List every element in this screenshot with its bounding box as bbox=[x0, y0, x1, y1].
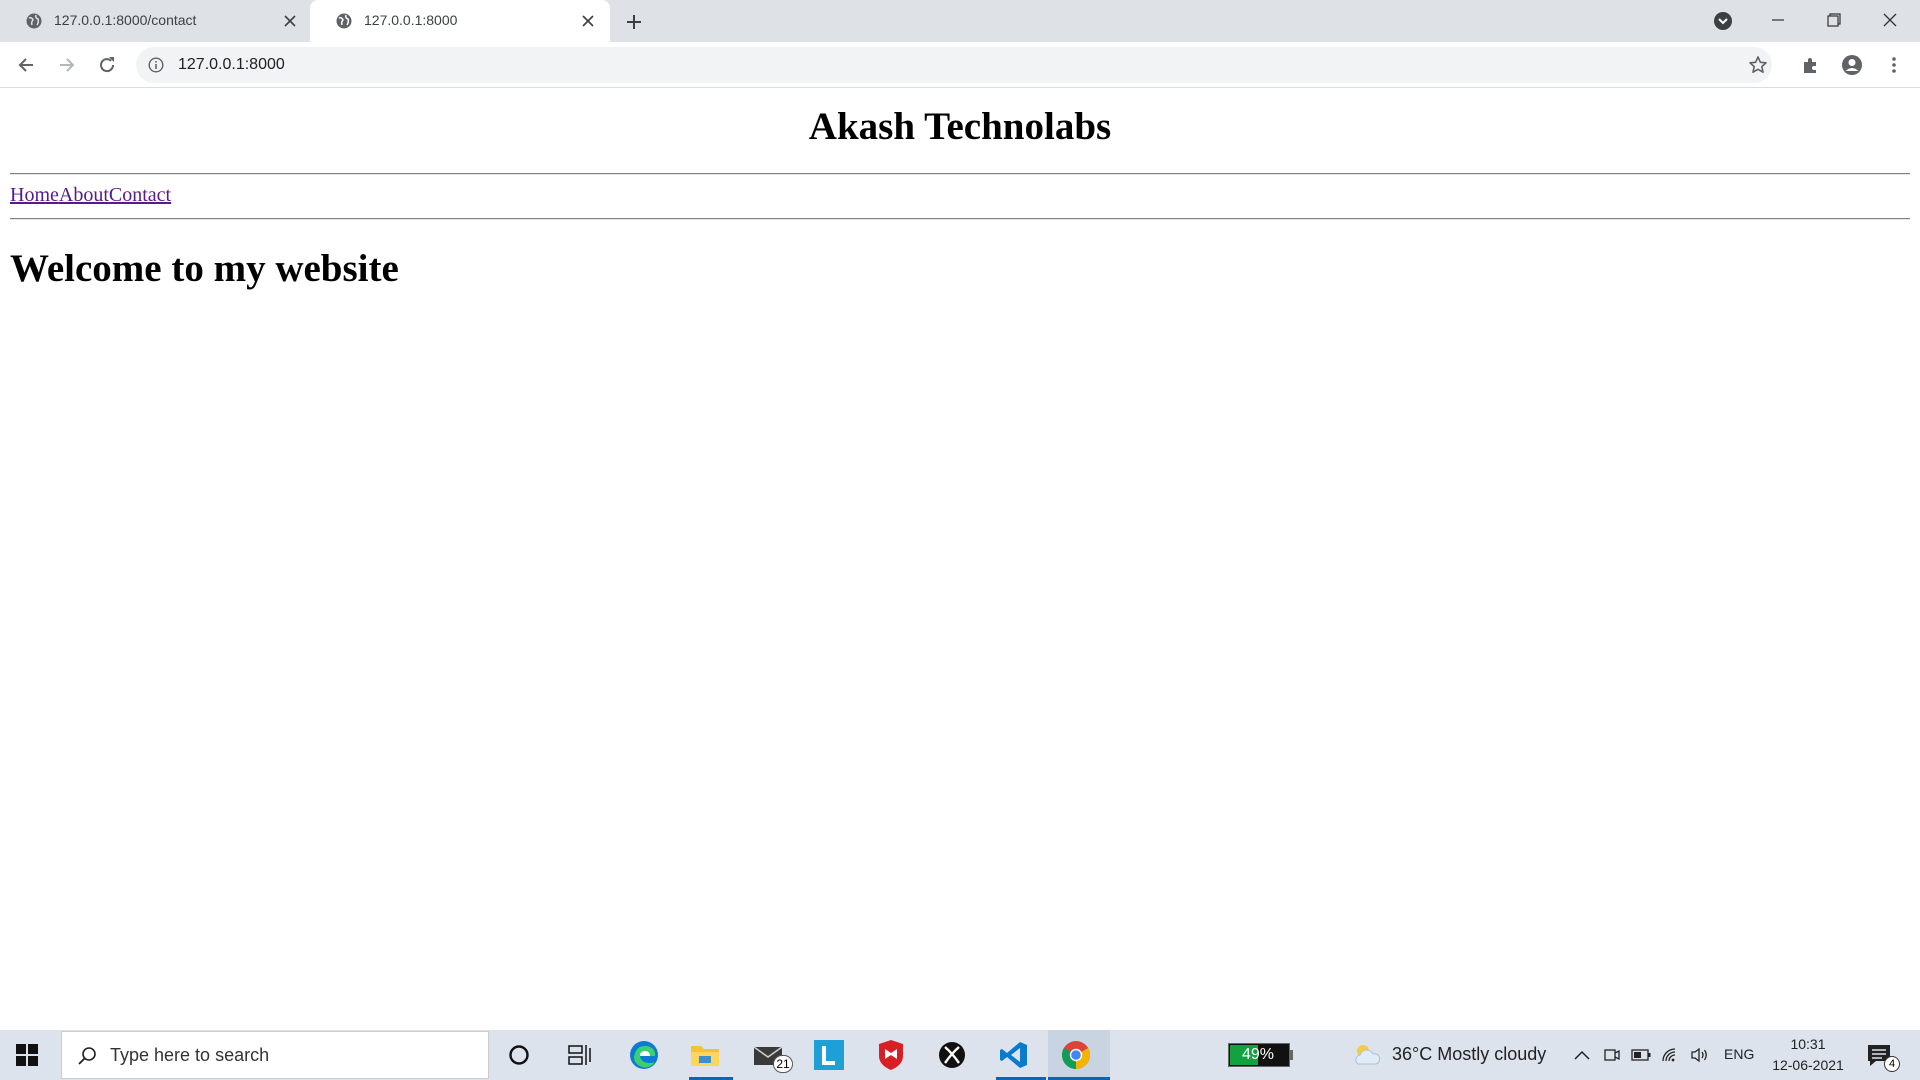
volume-tray[interactable] bbox=[1690, 1045, 1710, 1065]
search-placeholder: Type here to search bbox=[110, 1045, 270, 1065]
arrow-right-icon bbox=[60, 58, 75, 72]
nav-link-about[interactable]: About bbox=[59, 184, 109, 206]
divider bbox=[10, 173, 1910, 175]
avatar-icon bbox=[1842, 55, 1862, 75]
battery-nub bbox=[1290, 1050, 1293, 1060]
vscode-icon bbox=[1000, 1042, 1027, 1068]
windows-taskbar: Type here to search 21 49% 36°C Mostly c… bbox=[0, 1030, 1920, 1080]
info-icon[interactable] bbox=[148, 57, 164, 73]
input-language[interactable]: ENG bbox=[1724, 1046, 1754, 1062]
xbox-button[interactable] bbox=[934, 1037, 970, 1073]
tab-title: 127.0.0.1:8000/contact bbox=[54, 12, 197, 28]
extensions-button[interactable] bbox=[1797, 51, 1825, 79]
chrome-icon bbox=[1062, 1041, 1090, 1069]
globe-icon bbox=[336, 13, 352, 29]
nav-link-home[interactable]: Home bbox=[10, 184, 59, 206]
mcafee-shield-icon bbox=[879, 1040, 903, 1070]
site-nav: HomeAboutContact bbox=[10, 184, 171, 207]
cortana-button[interactable] bbox=[501, 1037, 537, 1073]
clock-time: 10:31 bbox=[1790, 1036, 1826, 1052]
edge-button[interactable] bbox=[626, 1037, 662, 1073]
restore-icon[interactable] bbox=[1820, 6, 1848, 34]
web-page: Akash Technolabs HomeAboutContact Welcom… bbox=[0, 88, 1920, 1030]
battery-percent: 49% bbox=[1241, 1046, 1275, 1063]
network-tray[interactable] bbox=[1661, 1045, 1681, 1065]
weather-text[interactable]: 36°C Mostly cloudy bbox=[1392, 1044, 1546, 1065]
speaker-icon bbox=[1691, 1047, 1707, 1063]
minimize-icon[interactable] bbox=[1764, 6, 1792, 34]
reload-icon bbox=[100, 57, 115, 73]
l-app-icon bbox=[814, 1040, 844, 1070]
new-tab-button[interactable] bbox=[622, 10, 646, 34]
plus-icon bbox=[627, 15, 641, 29]
file-explorer-button[interactable] bbox=[687, 1037, 723, 1073]
wifi-icon bbox=[1662, 1048, 1676, 1062]
profile-button[interactable] bbox=[1838, 51, 1866, 79]
show-hidden-icons-button[interactable] bbox=[1572, 1045, 1592, 1065]
tab-strip: 127.0.0.1:8000/contact 127.0.0.1:8000 bbox=[0, 0, 1920, 42]
divider bbox=[10, 218, 1910, 220]
tab-contact[interactable]: 127.0.0.1:8000/contact bbox=[0, 0, 306, 42]
battery-tray[interactable] bbox=[1631, 1045, 1651, 1065]
system-clock[interactable]: 10:31 12-06-2021 bbox=[1766, 1034, 1850, 1076]
search-icon bbox=[78, 1047, 96, 1065]
browser-toolbar: 127.0.0.1:8000 bbox=[0, 42, 1920, 88]
chrome-button[interactable] bbox=[1058, 1037, 1094, 1073]
address-bar[interactable]: 127.0.0.1:8000 bbox=[136, 47, 1772, 83]
notification-count-badge: 4 bbox=[1884, 1056, 1900, 1072]
folder-icon bbox=[691, 1046, 719, 1066]
nav-link-contact[interactable]: Contact bbox=[109, 184, 171, 206]
cloudy-weather-icon[interactable] bbox=[1352, 1042, 1382, 1068]
globe-icon bbox=[26, 13, 42, 29]
tab-search-button[interactable] bbox=[1712, 10, 1734, 32]
task-view-button[interactable] bbox=[562, 1037, 598, 1073]
site-title: Akash Technolabs bbox=[808, 105, 1112, 148]
task-view-icon bbox=[568, 1045, 591, 1065]
close-tab-icon[interactable] bbox=[578, 11, 598, 31]
mcafee-button[interactable] bbox=[873, 1037, 909, 1073]
taskbar-search[interactable]: Type here to search bbox=[61, 1031, 489, 1079]
tab-title: 127.0.0.1:8000 bbox=[364, 12, 458, 28]
edge-icon bbox=[630, 1041, 658, 1069]
welcome-heading: Welcome to my website bbox=[10, 247, 399, 290]
back-button[interactable] bbox=[12, 51, 40, 79]
close-tab-icon[interactable] bbox=[280, 11, 300, 31]
windows-start-icon[interactable] bbox=[14, 1042, 40, 1068]
bookmark-star-icon[interactable] bbox=[1748, 55, 1768, 75]
cortana-icon bbox=[509, 1045, 529, 1065]
xbox-icon bbox=[939, 1042, 965, 1068]
clock-date: 12-06-2021 bbox=[1772, 1057, 1844, 1073]
chevron-up-icon bbox=[1574, 1050, 1590, 1060]
battery-icon bbox=[1631, 1049, 1651, 1061]
meet-now-icon bbox=[1604, 1049, 1620, 1061]
battery-meter-widget[interactable]: 49% bbox=[1228, 1043, 1290, 1067]
puzzle-icon bbox=[1804, 58, 1816, 73]
forward-button[interactable] bbox=[53, 51, 81, 79]
browser-menu-button[interactable] bbox=[1880, 51, 1908, 79]
kebab-menu-icon bbox=[1892, 57, 1896, 73]
tab-home[interactable]: 127.0.0.1:8000 bbox=[310, 0, 610, 42]
reload-button[interactable] bbox=[93, 51, 121, 79]
arrow-left-icon bbox=[18, 58, 33, 72]
meet-now-tray[interactable] bbox=[1602, 1045, 1622, 1065]
l-app-button[interactable] bbox=[811, 1037, 847, 1073]
mail-unread-badge: 21 bbox=[773, 1055, 793, 1073]
close-window-icon[interactable] bbox=[1876, 6, 1904, 34]
url-text[interactable]: 127.0.0.1:8000 bbox=[178, 56, 285, 74]
vscode-button[interactable] bbox=[996, 1037, 1032, 1073]
